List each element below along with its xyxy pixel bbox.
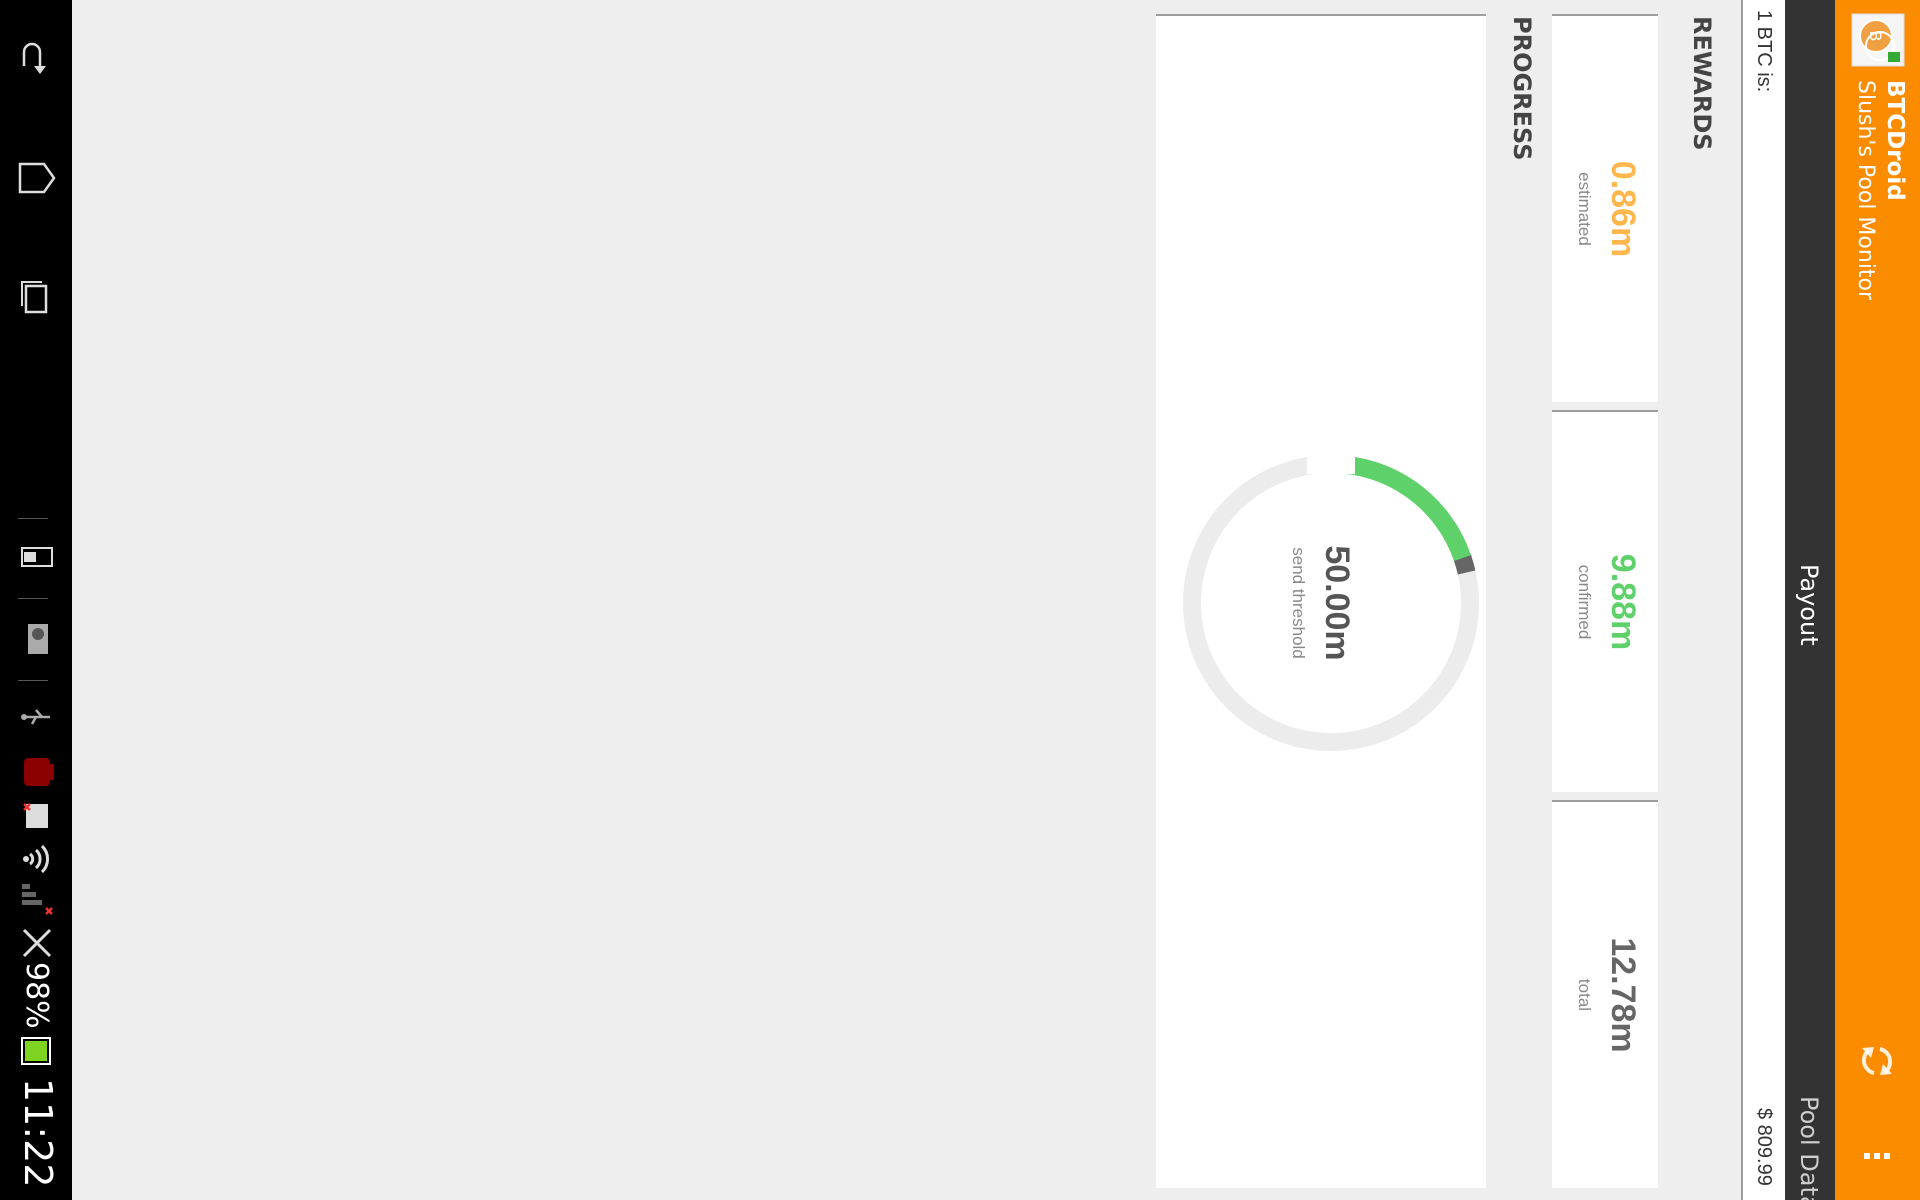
screen: B BTCDroid Slush's Pool Monitor Payout P… xyxy=(0,0,1920,1200)
signal-icon xyxy=(13,878,58,918)
battery-icon xyxy=(13,1034,54,1068)
progress-ring: 50.00m send threshold xyxy=(1176,448,1486,758)
refresh-icon xyxy=(1861,1047,1893,1075)
usb-icon xyxy=(15,700,54,734)
estimated-label: estimated xyxy=(1575,172,1594,246)
progress-estimated-arc xyxy=(1453,555,1476,575)
refresh-button[interactable] xyxy=(1852,1036,1902,1086)
back-icon xyxy=(22,42,46,74)
price-bar: 1 BTC is: $ 809.99 xyxy=(1741,0,1785,1200)
sim-card-icon xyxy=(15,800,54,834)
confirmed-card: 9.88m confirmed xyxy=(1552,410,1658,792)
rewards-heading: REWARDS xyxy=(1688,16,1716,151)
confirmed-label: confirmed xyxy=(1575,564,1594,640)
clock: 11:22 xyxy=(16,1078,60,1188)
screenshot-notification-icon xyxy=(15,540,54,574)
recent-apps-icon xyxy=(21,281,48,314)
divider xyxy=(18,518,48,519)
no-signal-icon xyxy=(13,924,56,962)
price-value: $ 809.99 xyxy=(1753,1108,1775,1186)
wifi-icon xyxy=(13,840,56,878)
android-debug-icon xyxy=(13,752,58,792)
tab-payout[interactable]: Payout xyxy=(1795,564,1823,646)
back-button[interactable] xyxy=(14,36,58,80)
threshold-value: 50.00m xyxy=(1318,545,1356,661)
threshold-label: send threshold xyxy=(1289,547,1308,659)
tab-bar: Payout Pool Data xyxy=(1785,0,1835,1200)
total-card: 12.78m total xyxy=(1552,800,1658,1188)
action-bar: B BTCDroid Slush's Pool Monitor xyxy=(1835,0,1920,1200)
estimated-card: 0.86m estimated xyxy=(1552,14,1658,402)
confirmed-value: 9.88m xyxy=(1604,553,1642,651)
progress-heading: PROGRESS xyxy=(1508,16,1536,161)
price-label: 1 BTC is: xyxy=(1753,10,1775,93)
total-value: 12.78m xyxy=(1604,937,1642,1053)
system-bar: 98% 11:22 xyxy=(0,0,72,1200)
divider xyxy=(18,680,48,681)
overflow-menu-icon xyxy=(1864,1153,1890,1159)
overflow-menu-button[interactable] xyxy=(1852,1136,1902,1176)
app-title: BTCDroid xyxy=(1882,80,1908,201)
tab-pool-data[interactable]: Pool Data xyxy=(1795,1096,1823,1200)
photo-notification-icon xyxy=(17,622,52,656)
estimated-value: 0.86m xyxy=(1604,160,1642,258)
bitcoin-logo-icon: B xyxy=(1850,12,1906,68)
app-subtitle: Slush's Pool Monitor xyxy=(1853,80,1878,301)
total-label: total xyxy=(1575,978,1594,1012)
home-button[interactable] xyxy=(14,156,58,200)
recent-apps-button[interactable] xyxy=(14,276,58,320)
battery-percent: 98% xyxy=(19,962,54,1029)
svg-text:B: B xyxy=(1866,31,1885,42)
divider xyxy=(18,598,48,599)
progress-card: 50.00m send threshold xyxy=(1156,14,1486,1188)
home-icon xyxy=(18,162,56,194)
